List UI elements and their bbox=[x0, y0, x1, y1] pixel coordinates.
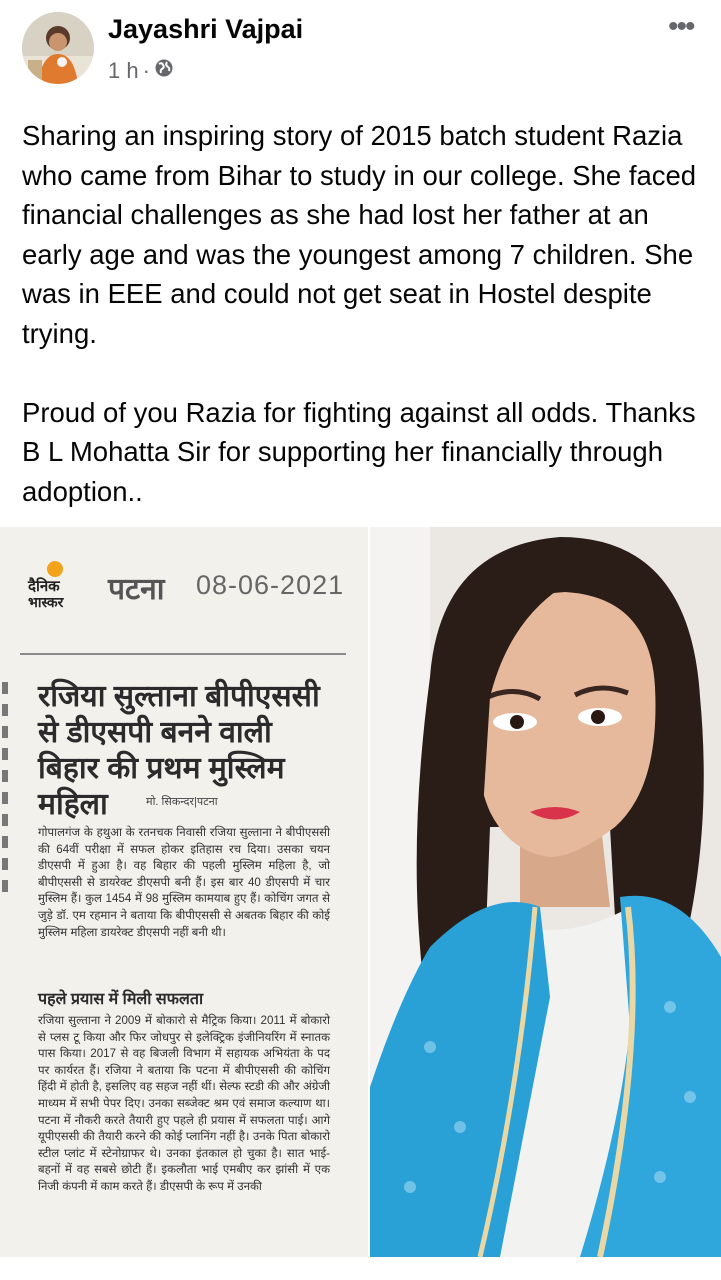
newspaper-logo: दैनिक भास्कर bbox=[24, 557, 86, 619]
post-time[interactable]: 1 h bbox=[108, 58, 139, 84]
post-header: Jayashri Vajpai 1 h · ••• bbox=[0, 0, 721, 100]
more-options-button[interactable]: ••• bbox=[668, 10, 695, 44]
dateline-place: पटना bbox=[108, 573, 165, 606]
logo-text-bottom: भास्कर bbox=[28, 594, 64, 610]
globe-icon bbox=[154, 58, 174, 84]
author-name[interactable]: Jayashri Vajpai bbox=[108, 14, 303, 45]
article-byline: मो. सिकन्दर|पटना bbox=[146, 796, 218, 808]
article-subheading: पहले प्रयास में मिली सफलता bbox=[38, 991, 204, 1008]
newspaper-clipping[interactable]: दैनिक भास्कर पटना 08-06-2021 रजिया सुल्त… bbox=[0, 527, 368, 1257]
adjacent-column-fragment bbox=[0, 672, 12, 962]
divider-line bbox=[20, 653, 346, 655]
article-paragraph-1: गोपालगंज के हथुआ के रतनचक निवासी रजिया स… bbox=[38, 826, 330, 939]
portrait-photo[interactable] bbox=[370, 527, 721, 1257]
dateline-date: 08-06-2021 bbox=[196, 570, 345, 600]
meta-separator: · bbox=[142, 58, 150, 83]
author-avatar[interactable] bbox=[22, 12, 94, 84]
logo-text-top: दैनिक bbox=[28, 578, 60, 595]
post-text: Sharing an inspiring story of 2015 batch… bbox=[22, 120, 697, 507]
post-photos[interactable]: दैनिक भास्कर पटना 08-06-2021 रजिया सुल्त… bbox=[0, 527, 721, 1280]
article-paragraph-2: रजिया सुल्ताना ने 2009 में बोकारो से मैट… bbox=[38, 1014, 330, 1193]
post-meta: 1 h · bbox=[108, 58, 174, 84]
